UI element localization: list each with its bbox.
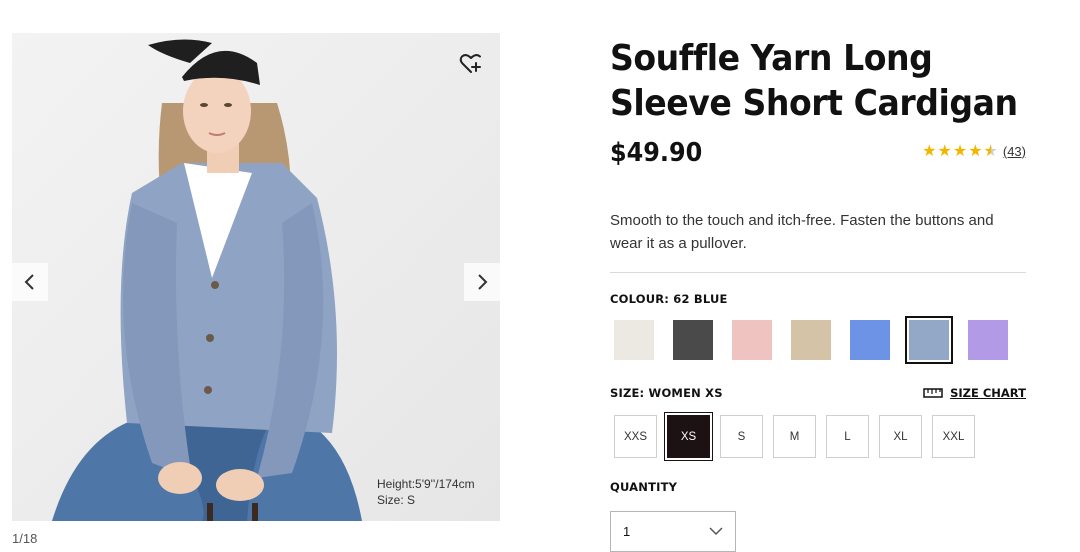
size-label: SIZE: WOMEN XS <box>610 386 723 400</box>
star-icon: ★ <box>937 141 952 160</box>
product-price: $49.90 <box>610 138 703 168</box>
colour-swatch-bright-blue[interactable] <box>846 316 894 364</box>
image-counter: 1/18 <box>12 531 38 546</box>
quantity-select[interactable]: 1 <box>610 511 736 552</box>
colour-swatch-off-white[interactable] <box>610 316 658 364</box>
quantity-value: 1 <box>623 524 631 539</box>
product-description: Smooth to the touch and itch-free. Faste… <box>610 212 994 252</box>
colour-swatches <box>610 316 1012 364</box>
size-option-xxl[interactable]: XXL <box>932 415 975 458</box>
add-to-wishlist-heart-icon[interactable] <box>458 51 484 77</box>
model-size: Size: S <box>377 493 416 507</box>
colour-swatch-pink[interactable] <box>728 316 776 364</box>
previous-image-button[interactable] <box>12 263 48 301</box>
size-chart-label: SIZE CHART <box>950 386 1026 400</box>
star-icon: ★ <box>922 141 937 160</box>
ruler-icon <box>923 388 943 398</box>
star-icon: ★ <box>952 141 968 160</box>
size-option-xs[interactable]: XS <box>667 415 710 458</box>
size-chart-link[interactable]: SIZE CHART <box>923 386 1026 400</box>
swatch-fill <box>909 320 949 360</box>
colour-swatch-purple[interactable] <box>964 316 1012 364</box>
size-option-s[interactable]: S <box>720 415 763 458</box>
colour-swatch-beige[interactable] <box>787 316 835 364</box>
swatch-fill <box>791 320 831 360</box>
model-info: Height:5'9''/174cm Size: S <box>377 476 475 508</box>
colour-label: COLOUR: 62 BLUE <box>610 292 728 306</box>
swatch-fill <box>732 320 772 360</box>
chevron-down-icon <box>709 527 723 536</box>
next-image-button[interactable] <box>464 263 500 301</box>
product-rating: ★ ★ ★ ★ ★ (43) <box>922 143 1026 159</box>
review-count-link[interactable]: (43) <box>1003 144 1026 159</box>
star-icon: ★ <box>983 141 998 160</box>
size-option-xl[interactable]: XL <box>879 415 922 458</box>
model-height: Height:5'9''/174cm <box>377 477 475 491</box>
product-title-line-2: Sleeve Short Cardigan <box>610 83 1018 124</box>
colour-swatch-dark-gray[interactable] <box>669 316 717 364</box>
divider <box>610 272 1026 273</box>
product-photo <box>12 33 500 521</box>
chevron-left-icon <box>24 274 34 290</box>
product-title-line-1: Souffle Yarn Long <box>610 38 933 79</box>
size-option-l[interactable]: L <box>826 415 869 458</box>
chevron-right-icon <box>478 274 488 290</box>
swatch-fill <box>673 320 713 360</box>
rating-stars: ★ ★ ★ ★ ★ <box>922 143 998 159</box>
size-option-m[interactable]: M <box>773 415 816 458</box>
swatch-fill <box>850 320 890 360</box>
colour-swatch-blue[interactable] <box>905 316 953 364</box>
swatch-fill <box>614 320 654 360</box>
product-title: Souffle Yarn Long Sleeve Short Cardigan <box>610 36 1018 126</box>
size-option-xxs[interactable]: XXS <box>614 415 657 458</box>
star-icon: ★ <box>968 141 983 160</box>
quantity-label: QUANTITY <box>610 480 678 494</box>
product-image-gallery: Height:5'9''/174cm Size: S <box>12 33 500 521</box>
size-options: XXS XS S M L XL XXL <box>614 415 975 458</box>
swatch-fill <box>968 320 1008 360</box>
